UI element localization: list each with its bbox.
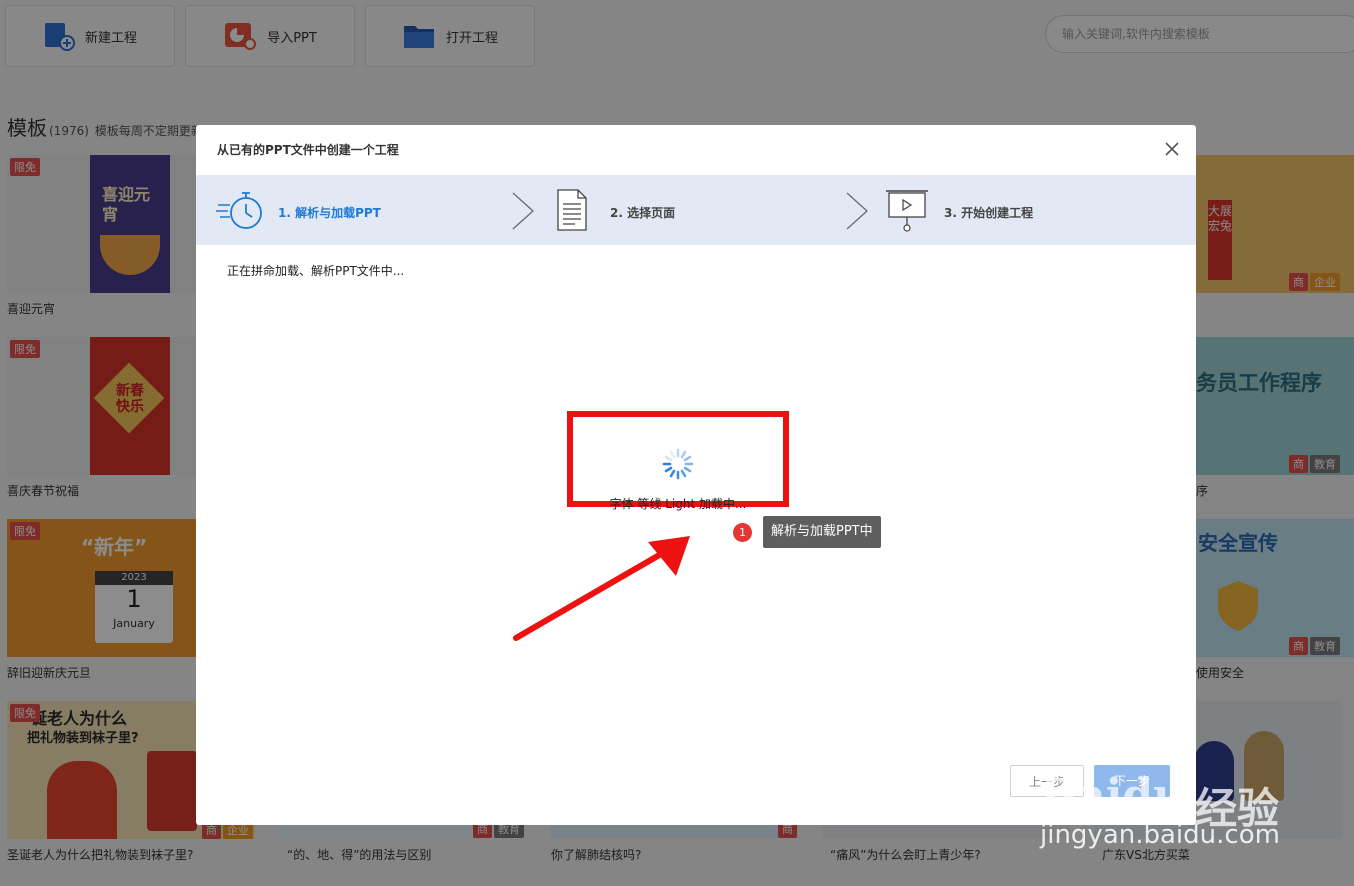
dialog-title: 从已有的PPT文件中创建一个工程	[217, 143, 399, 157]
annotation-arrow-icon	[513, 536, 690, 641]
step-bar: 1. 解析与加载PPT 2. 选择页面 3. 开始创建工程	[196, 175, 1196, 245]
progress-tooltip: 解析与加载PPT中	[763, 516, 881, 548]
watermark-brand: Baidu	[1040, 770, 1186, 821]
import-ppt-dialog: 从已有的PPT文件中创建一个工程 1. 解析与加载PPT 2. 选择页面 3. …	[196, 125, 1196, 825]
loading-status-text: 正在拼命加载、解析PPT文件中...	[227, 264, 405, 278]
tooltip-step-badge: 1	[733, 523, 752, 542]
step-select-pages: 2. 选择页面	[610, 206, 676, 220]
document-icon	[557, 189, 587, 231]
step-parse-load: 1. 解析与加载PPT	[278, 206, 381, 220]
stopwatch-icon	[216, 192, 262, 229]
chevron-right-icon	[512, 192, 534, 230]
loading-font-text: 字体 等线 Light 加载中...	[609, 497, 747, 511]
loading-highlight-box: 字体 等线 Light 加载中...	[567, 411, 789, 511]
loading-spinner-icon	[662, 448, 694, 480]
watermark-url: jingyan.baidu.com	[1040, 820, 1280, 850]
chevron-right-icon	[846, 192, 868, 230]
close-icon[interactable]	[1162, 139, 1182, 159]
projector-screen-icon	[886, 190, 928, 232]
step-create-project: 3. 开始创建工程	[944, 206, 1034, 220]
